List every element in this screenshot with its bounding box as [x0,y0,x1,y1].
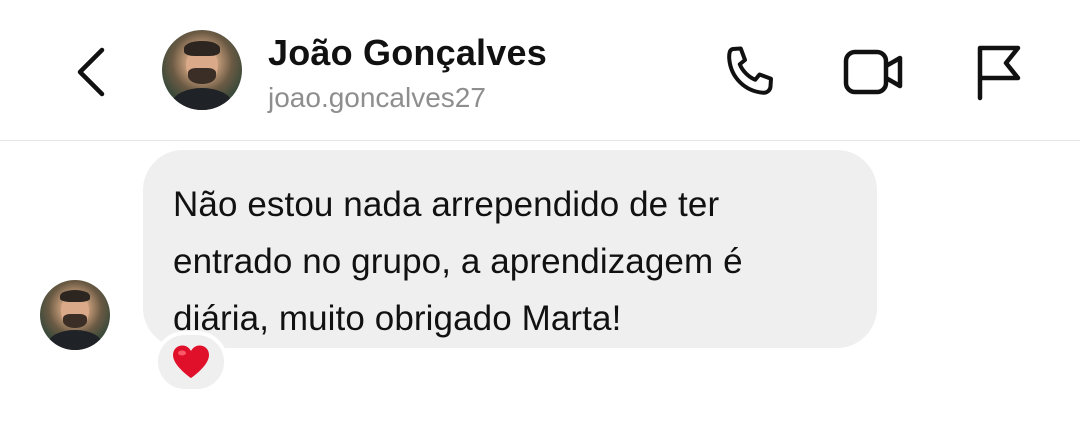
report-button[interactable] [966,40,1030,104]
contact-avatar[interactable] [162,30,242,110]
contact-username[interactable]: joao.goncalves27 [268,82,486,114]
phone-icon [727,46,773,95]
call-button[interactable] [718,40,782,104]
video-call-button[interactable] [842,40,906,104]
message-text: Não estou nada arrependido de ter entrad… [173,185,743,338]
chevron-left-icon [77,47,105,97]
chat-screen: João Gonçalves joao.goncalves27 Não esto… [0,0,1080,425]
video-camera-icon [843,49,903,95]
flag-icon [977,45,1021,101]
message-reaction[interactable] [154,331,228,393]
heart-icon [173,345,209,378]
sender-avatar[interactable] [40,280,110,350]
chat-header: João Gonçalves joao.goncalves27 [0,0,1080,141]
message-bubble[interactable]: Não estou nada arrependido de ter entrad… [143,150,877,348]
contact-name[interactable]: João Gonçalves [268,32,547,74]
back-button[interactable] [66,44,116,100]
